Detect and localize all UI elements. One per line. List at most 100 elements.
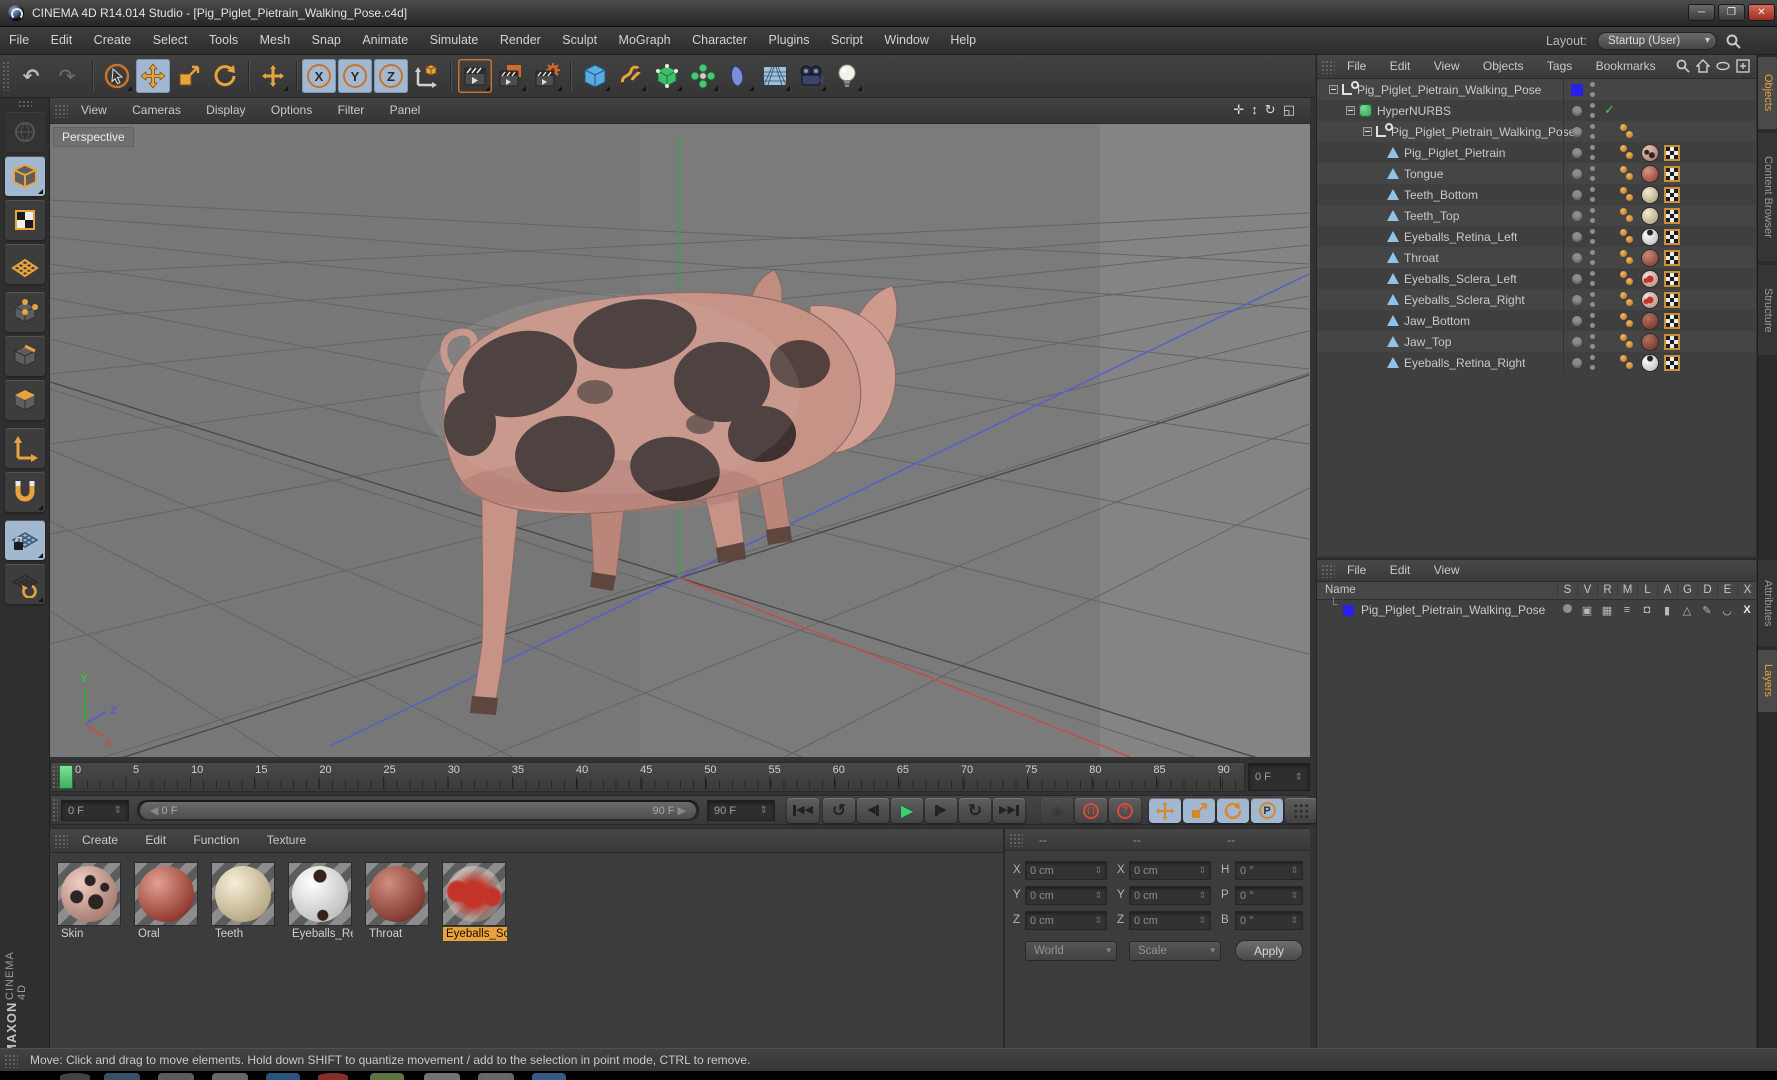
rotate-tool-button[interactable]	[208, 59, 242, 93]
tree-row[interactable]: Jaw_Top	[1317, 331, 1756, 352]
layer-color-chip[interactable]	[1571, 83, 1583, 96]
viewport-menu-options[interactable]: Options	[260, 98, 323, 117]
layer-manager-grip[interactable]	[1321, 564, 1335, 578]
workplane-lock-button[interactable]	[5, 520, 45, 560]
taskbar-icon-top[interactable]	[158, 1073, 194, 1080]
windows-taskbar-sliver[interactable]	[0, 1071, 1777, 1080]
xref-toggle-icon[interactable]: X	[1737, 604, 1757, 616]
viewport-panel[interactable]: View Cameras Display Options Filter Pane…	[50, 98, 1310, 757]
uvw-tag-icon[interactable]	[1664, 144, 1680, 161]
menu-file[interactable]: File	[0, 27, 38, 47]
viewport-pan-icon[interactable]: ✛	[1233, 102, 1251, 117]
previous-key-button[interactable]: ↺	[823, 798, 855, 823]
viewport-menu-view[interactable]: View	[70, 98, 118, 117]
layer-color-chip[interactable]	[1343, 605, 1354, 616]
material-thumbnail[interactable]	[135, 863, 197, 925]
tab-content-browser[interactable]: Content Browser	[1758, 133, 1777, 261]
solo-dot-icon[interactable]	[1562, 604, 1572, 613]
tree-row[interactable]: Eyeballs_Sclera_Left	[1317, 268, 1756, 289]
menu-select[interactable]: Select	[144, 27, 197, 47]
taskbar-icon-top[interactable]	[532, 1073, 566, 1080]
key-parameter-button[interactable]: P	[1251, 798, 1283, 823]
tree-row[interactable]: Eyeballs_Retina_Right	[1317, 352, 1756, 373]
rot-b-field[interactable]: 0 ° ⇕	[1235, 911, 1303, 930]
viewport-dolly-icon[interactable]: ↕	[1251, 102, 1265, 117]
tab-structure[interactable]: Structure	[1758, 265, 1777, 355]
expressions-toggle-icon[interactable]: ◡	[1717, 604, 1737, 617]
manager-toggle-icon[interactable]: ≡	[1617, 604, 1637, 616]
move-tool-button[interactable]	[136, 59, 170, 93]
visibility-dots[interactable]	[1590, 271, 1596, 286]
menu-window[interactable]: Window	[875, 27, 937, 47]
menu-script[interactable]: Script	[822, 27, 872, 47]
enable-axis-button[interactable]	[5, 428, 45, 468]
visibility-dots[interactable]	[1590, 103, 1596, 118]
phong-tag-icons[interactable]	[1620, 186, 1636, 203]
editor-dot[interactable]	[1572, 336, 1582, 347]
view-label[interactable]: Perspective	[54, 128, 133, 146]
tree-row[interactable]: Eyeballs_Retina_Left	[1317, 226, 1756, 247]
render-view-button[interactable]	[458, 59, 492, 93]
current-frame-field[interactable]: 0 F ⇕	[61, 800, 129, 821]
material-label[interactable]: Eyeballs_Re	[289, 927, 353, 941]
lm-menu-edit[interactable]: Edit	[1380, 560, 1421, 577]
next-key-button[interactable]: ↻	[959, 798, 991, 823]
undo-button[interactable]: ↶	[14, 59, 48, 93]
texture-tag-icon[interactable]	[1642, 354, 1658, 371]
visibility-dots[interactable]	[1590, 187, 1596, 202]
tree-row[interactable]: Pig_Piglet_Pietrain_Walking_Pose	[1317, 79, 1756, 100]
status-grip[interactable]	[4, 1054, 18, 1068]
generators-toggle-icon[interactable]: △	[1677, 604, 1697, 617]
tab-attributes[interactable]: Attributes	[1758, 560, 1777, 646]
menu-create[interactable]: Create	[85, 27, 141, 47]
add-camera-button[interactable]	[794, 59, 828, 93]
tree-row[interactable]: Pig_Piglet_Pietrain	[1317, 142, 1756, 163]
previous-frame-button[interactable]: ◀	[857, 798, 889, 823]
om-menu-edit[interactable]: Edit	[1380, 55, 1421, 73]
texture-tag-icon[interactable]	[1642, 144, 1658, 161]
lm-menu-view[interactable]: View	[1424, 560, 1470, 577]
enabled-check-icon[interactable]: ✓	[1604, 102, 1615, 118]
tree-row[interactable]: Teeth_Bottom	[1317, 184, 1756, 205]
minimize-button[interactable]: ─	[1688, 4, 1715, 21]
material-label[interactable]: Teeth	[212, 927, 246, 941]
phong-tag-icons[interactable]	[1620, 144, 1636, 161]
key-rotation-button[interactable]	[1217, 798, 1249, 823]
om-menu-bookmarks[interactable]: Bookmarks	[1586, 55, 1666, 73]
phong-tag-icons[interactable]	[1620, 291, 1636, 308]
phong-tag-icons[interactable]	[1620, 165, 1636, 182]
taskbar-icon-top[interactable]	[478, 1073, 514, 1080]
editor-dot[interactable]	[1572, 189, 1582, 200]
editor-dot[interactable]	[1572, 168, 1582, 179]
lock-z-axis-button[interactable]: Z	[374, 59, 408, 93]
material-menu-function[interactable]: Function	[181, 829, 251, 847]
material-menu-edit[interactable]: Edit	[133, 829, 178, 847]
lock-y-axis-button[interactable]: Y	[338, 59, 372, 93]
viewport-maximize-icon[interactable]: ◱	[1283, 102, 1302, 117]
lock-x-axis-button[interactable]: X	[302, 59, 336, 93]
phong-tag-icons[interactable]	[1620, 312, 1636, 329]
lm-menu-file[interactable]: File	[1337, 560, 1376, 577]
menu-tools[interactable]: Tools	[200, 27, 247, 47]
phong-tag-icons[interactable]	[1620, 207, 1636, 224]
editor-dot[interactable]	[1572, 147, 1582, 158]
taskbar-icon-top[interactable]	[370, 1073, 404, 1080]
record-button[interactable]: ◉	[1041, 798, 1073, 823]
menu-help[interactable]: Help	[941, 27, 985, 47]
material-thumbnail[interactable]	[289, 863, 351, 925]
size-x-field[interactable]: 0 cm ⇕	[1129, 861, 1211, 880]
texture-tag-icon[interactable]	[1642, 333, 1658, 350]
texture-tag-icon[interactable]	[1642, 207, 1658, 224]
taskbar-icon-top[interactable]	[104, 1073, 140, 1080]
editor-dot[interactable]	[1572, 294, 1582, 305]
texture-tag-icon[interactable]	[1642, 312, 1658, 329]
deformers-toggle-icon[interactable]: ✎	[1697, 604, 1717, 617]
close-button[interactable]: ✕	[1748, 4, 1775, 21]
phong-tag-icons[interactable]	[1620, 333, 1636, 350]
layout-search-icon[interactable]	[1726, 34, 1741, 49]
coordinate-system-select[interactable]: World	[1025, 941, 1117, 961]
visibility-dots[interactable]	[1590, 229, 1596, 244]
uvw-tag-icon[interactable]	[1664, 270, 1680, 287]
pos-y-field[interactable]: 0 cm ⇕	[1025, 886, 1107, 905]
menu-mograph[interactable]: MoGraph	[610, 27, 680, 47]
